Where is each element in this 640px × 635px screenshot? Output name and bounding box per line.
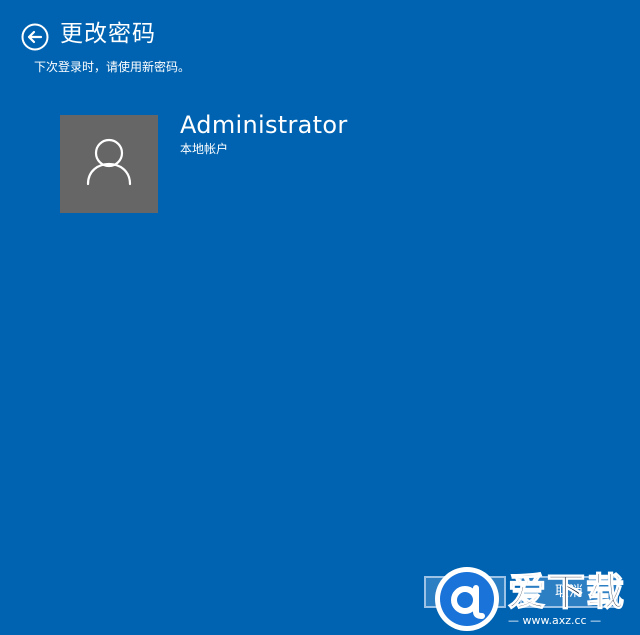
- arrow-left-circle-icon: [21, 23, 49, 51]
- avatar: [60, 115, 158, 213]
- account-type-label: 本地帐户: [180, 142, 229, 156]
- watermark-brand: 爱下载: [507, 570, 626, 614]
- page-subtitle: 下次登录时，请使用新密码。: [34, 60, 191, 74]
- axz-logo-icon: [435, 567, 499, 631]
- user-name: Administrator: [180, 111, 348, 139]
- watermark: 爱下载 — www.axz.cc —: [430, 566, 640, 632]
- watermark-url: — www.axz.cc —: [508, 614, 602, 627]
- back-button[interactable]: [21, 23, 49, 51]
- user-silhouette-icon: [86, 138, 132, 186]
- page-title: 更改密码: [60, 21, 156, 47]
